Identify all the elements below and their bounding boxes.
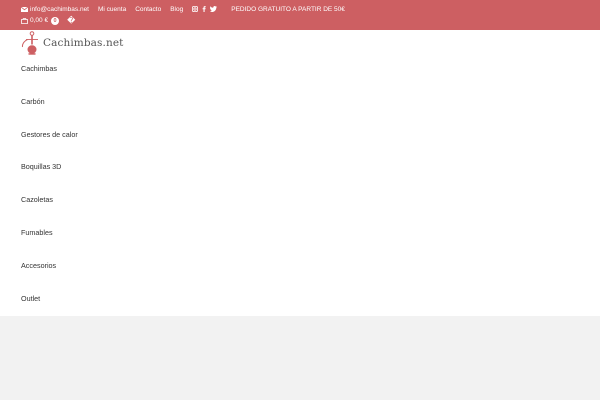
cart-link[interactable]: 0,00 € 0 [21,16,60,25]
menu-item-carbon[interactable]: Carbón [21,97,78,130]
free-shipping-promo: PEDIDO GRATUITO A PARTIR DE 50€ [231,5,345,13]
cart-count-badge: 0 [51,16,60,25]
facebook-icon[interactable] [202,6,206,12]
top-bar-row-cart: 0,00 € 0 � [21,15,75,26]
twitter-icon[interactable] [210,6,218,12]
contact-link[interactable]: Contacto [135,6,161,13]
my-account-link[interactable]: Mi cuenta [98,6,126,13]
menu-item-gestores-de-calor[interactable]: Gestores de calor [21,130,78,163]
menu-item-fumables[interactable]: Fumables [21,228,78,261]
logo-text: Cachimbas.net [43,37,124,49]
menu-item-cazoletas[interactable]: Cazoletas [21,195,78,228]
top-bar-row-links: info@cachimbas.net Mi cuenta Contacto Bl… [21,4,354,14]
instagram-icon[interactable] [192,6,199,12]
envelope-icon [21,6,28,12]
cart-icon [21,17,28,24]
menu-item-accesorios[interactable]: Accesorios [21,261,78,294]
menu-item-cachimbas[interactable]: Cachimbas [21,64,78,97]
hookah-logo-icon [20,30,40,56]
main-content: Cachimbas.net Cachimbas Carbón Gestores … [0,30,600,316]
site-logo[interactable]: Cachimbas.net [20,30,123,56]
language-switcher[interactable]: � [67,16,75,25]
email-link[interactable]: info@cachimbas.net [21,6,89,13]
top-bar: info@cachimbas.net Mi cuenta Contacto Bl… [0,0,600,30]
menu-item-boquillas-3d[interactable]: Boquillas 3D [21,162,78,195]
blog-link[interactable]: Blog [170,6,183,13]
category-menu: Cachimbas Carbón Gestores de calor Boqui… [21,64,78,326]
cart-total: 0,00 € [30,17,49,24]
email-text: info@cachimbas.net [30,5,89,13]
social-links [192,6,221,12]
footer-band [0,316,600,400]
